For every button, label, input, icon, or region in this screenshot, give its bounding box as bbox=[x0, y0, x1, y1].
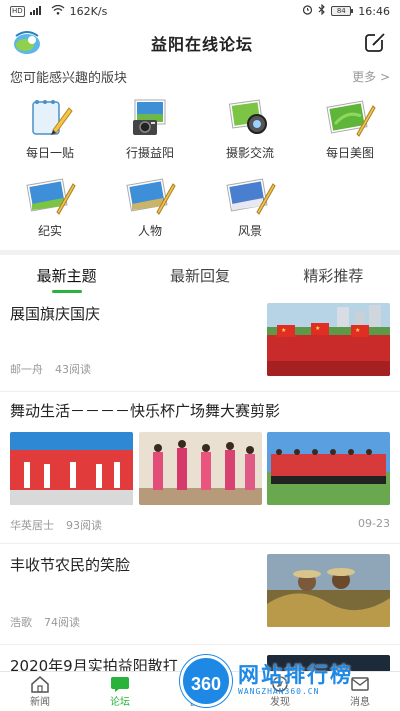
board-item[interactable]: 纪实 bbox=[0, 174, 100, 248]
battery-icon: 84 bbox=[331, 6, 354, 16]
more-boards-link[interactable]: 更多 > bbox=[352, 68, 390, 85]
post-title[interactable]: 丰收节农民的笑脸 bbox=[10, 554, 267, 576]
post-title[interactable]: 舞动生活－－－－快乐杯广场舞大赛剪影 bbox=[10, 400, 390, 422]
post-title[interactable]: 展国旗庆国庆 bbox=[10, 303, 267, 325]
landscape-picture-icon bbox=[126, 178, 176, 215]
board-label: 每日美图 bbox=[325, 146, 374, 160]
post-meta: 邮一舟 43阅读 bbox=[10, 361, 91, 377]
board-label: 风景 bbox=[237, 224, 262, 238]
network-speed: 162K/s bbox=[69, 4, 108, 18]
home-icon bbox=[31, 676, 49, 693]
svg-text:★: ★ bbox=[355, 327, 360, 334]
svg-text:★: ★ bbox=[281, 327, 286, 334]
post-meta: 华英居士 93阅读 09-23 bbox=[10, 517, 390, 533]
post-thumbnails bbox=[10, 432, 390, 505]
post-reads: 93阅读 bbox=[66, 519, 102, 532]
app-header: 益阳在线论坛 bbox=[0, 22, 400, 64]
network-badge: HD bbox=[10, 5, 25, 17]
edit-icon bbox=[365, 33, 385, 52]
landscape-picture-icon bbox=[226, 178, 276, 215]
lens-photo-icon bbox=[228, 99, 267, 134]
board-label: 每日一贴 bbox=[25, 146, 74, 160]
boards-section-header: 您可能感兴趣的版块 更多 > bbox=[0, 64, 400, 86]
board-label: 人物 bbox=[137, 224, 162, 238]
svg-text:★: ★ bbox=[315, 325, 320, 332]
clock: 16:46 bbox=[358, 4, 390, 18]
nav-label: 新闻 bbox=[30, 697, 50, 708]
watermark-badge: 360 bbox=[180, 655, 232, 707]
board-label: 纪实 bbox=[37, 224, 62, 238]
board-item[interactable]: 人物 bbox=[100, 174, 200, 248]
green-picture-icon bbox=[326, 100, 376, 137]
board-label: 摄影交流 bbox=[225, 146, 274, 160]
landscape-picture-icon bbox=[26, 178, 76, 215]
post-author: 邮一舟 bbox=[10, 363, 43, 376]
post-reads: 74阅读 bbox=[44, 616, 80, 629]
board-item[interactable]: 风景 bbox=[200, 174, 300, 248]
alarm-icon bbox=[302, 4, 313, 18]
app-logo-icon[interactable] bbox=[12, 30, 42, 56]
post-thumbnail[interactable] bbox=[267, 432, 390, 505]
compose-button[interactable] bbox=[362, 30, 388, 56]
camera-photo-icon bbox=[133, 99, 166, 135]
post-item[interactable]: 丰收节农民的笑脸 浩歌 74阅读 bbox=[0, 544, 400, 645]
chat-icon bbox=[111, 677, 129, 692]
watermark-text: 网站排行榜 bbox=[238, 663, 353, 687]
post-item[interactable]: 展国旗庆国庆 邮一舟 43阅读 ★ ★ ★ bbox=[0, 297, 400, 392]
board-item[interactable]: 摄影交流 bbox=[200, 96, 300, 170]
boards-section-title: 您可能感兴趣的版块 bbox=[10, 70, 128, 86]
app-screen: HD 162K/s 84 16:46 益阳在线论坛 您可能感兴趣的版块 更多 >… bbox=[0, 0, 400, 711]
board-label: 行摄益阳 bbox=[125, 146, 174, 160]
post-author: 华英居士 bbox=[10, 519, 54, 532]
post-thumbnail[interactable] bbox=[267, 554, 390, 627]
wifi-icon bbox=[51, 4, 65, 18]
post-item[interactable]: 舞动生活－－－－快乐杯广场舞大赛剪影 华英居士 93阅读 09-23 bbox=[0, 392, 400, 544]
app-title: 益阳在线论坛 bbox=[150, 35, 253, 54]
notepad-icon bbox=[32, 100, 73, 135]
nav-label: 论坛 bbox=[110, 697, 130, 708]
nav-forum[interactable]: 论坛 bbox=[80, 672, 160, 711]
status-bar: HD 162K/s 84 16:46 bbox=[0, 0, 400, 22]
tab-latest-replies[interactable]: 最新回复 bbox=[133, 255, 266, 297]
watermark-url: WANGZHAN360.CN bbox=[238, 687, 320, 696]
post-author: 浩歌 bbox=[10, 616, 32, 629]
bluetooth-icon bbox=[318, 3, 326, 18]
tab-featured[interactable]: 精彩推荐 bbox=[267, 255, 400, 297]
thread-tabs: 最新主题 最新回复 精彩推荐 bbox=[0, 255, 400, 297]
post-thumbnail[interactable]: ★ ★ ★ bbox=[267, 303, 390, 376]
tab-latest-topics[interactable]: 最新主题 bbox=[0, 255, 133, 297]
site-watermark: 360 网站排行榜 WANGZHAN360.CN bbox=[180, 655, 390, 707]
board-item[interactable]: 每日一贴 bbox=[0, 96, 100, 170]
post-reads: 43阅读 bbox=[55, 363, 91, 376]
board-grid: 每日一贴 行摄益阳 摄影交流 每日美图 纪实 人物 风景 bbox=[0, 84, 400, 248]
post-date: 09-23 bbox=[358, 517, 390, 530]
battery-level: 84 bbox=[331, 6, 352, 16]
post-thumbnail[interactable] bbox=[10, 432, 133, 505]
signal-icon bbox=[29, 5, 46, 18]
post-thumbnail[interactable] bbox=[138, 432, 262, 505]
board-item[interactable]: 每日美图 bbox=[300, 96, 400, 170]
post-meta: 浩歌 74阅读 bbox=[10, 614, 80, 630]
board-item[interactable]: 行摄益阳 bbox=[100, 96, 200, 170]
nav-news[interactable]: 新闻 bbox=[0, 672, 80, 711]
